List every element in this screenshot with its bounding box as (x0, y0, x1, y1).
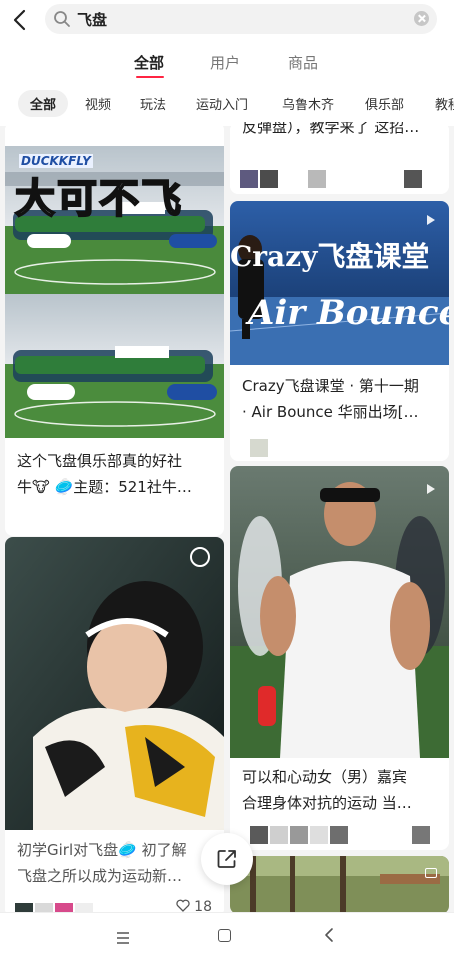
forest-illustration (230, 856, 449, 914)
swatch (250, 439, 268, 457)
swatch (270, 826, 288, 844)
post-card-club[interactable]: DUCKKFLY 大可不飞 这个飞盘俱乐部真的好社 牛🐮 🥏主题：521社牛… (5, 122, 224, 536)
video-play-icon (427, 484, 435, 494)
cover-title-line2: Air Bounce (248, 293, 449, 333)
cover-title-line1: Crazy飞盘课堂 (230, 240, 430, 273)
swatch (310, 826, 328, 844)
active-tab-indicator (136, 76, 164, 78)
post-title: 初学Girl对飞盘🥏 初了解 飞盘之所以成为运动新… (17, 841, 187, 885)
swatch (404, 170, 422, 188)
swatch (412, 826, 430, 844)
search-box[interactable]: 飞盘 (45, 4, 437, 34)
main-tabs: 全部 用户 商品 (0, 40, 454, 82)
filter-chips: 全部 视频 玩法 运动入门 乌鲁木齐 俱乐部 教程 (0, 82, 454, 126)
man-photo-illustration (230, 466, 449, 758)
chip-all[interactable]: 全部 (18, 90, 69, 117)
chip-gameplay[interactable]: 玩法 (140, 94, 166, 113)
post-image-forest (230, 856, 449, 914)
heart-icon (176, 899, 190, 912)
post-title: 反弹盘），教学来了 这招… (242, 122, 420, 136)
video-play-icon (427, 215, 435, 225)
tab-products[interactable]: 商品 (288, 52, 318, 73)
chip-beginner[interactable]: 运动入门 (196, 94, 248, 113)
tab-users[interactable]: 用户 (210, 52, 240, 73)
search-query[interactable]: 飞盘 (77, 9, 107, 30)
swatch (260, 170, 278, 188)
post-card-forest[interactable] (230, 856, 449, 914)
cover-title-text: 大可不飞 (14, 175, 183, 223)
swatch (308, 170, 326, 188)
post-image-man (230, 466, 449, 758)
share-icon (217, 850, 236, 868)
swatch (240, 170, 258, 188)
post-title: Crazy飞盘课堂 · 第十一期 · Air Bounce 华丽出场[… (242, 377, 419, 421)
post-card-technique[interactable]: 反弹盘），教学来了 这招… (230, 122, 449, 194)
post-image-group-photo: DUCKKFLY 大可不飞 (5, 122, 224, 438)
post-image-girl (5, 537, 224, 830)
swatch (250, 826, 268, 844)
top-bar: 飞盘 (0, 0, 454, 40)
post-card-girl[interactable]: 初学Girl对飞盘🥏 初了解 飞盘之所以成为运动新… 18 (5, 537, 224, 917)
post-title: 可以和心动女（男）嘉宾 合理身体对抗的运动 当… (242, 768, 412, 812)
tab-all[interactable]: 全部 (134, 52, 164, 73)
back-button[interactable] (8, 7, 34, 33)
back-nav-icon[interactable] (323, 927, 335, 947)
watermark-icon (190, 547, 210, 567)
menu-icon[interactable] (116, 929, 130, 948)
girl-photo-illustration (5, 537, 224, 830)
system-nav-bar (0, 912, 454, 960)
home-icon[interactable] (218, 929, 231, 942)
post-image-air-bounce: Crazy飞盘课堂 Air Bounce (230, 201, 449, 365)
swatch (290, 826, 308, 844)
chip-tutorial[interactable]: 教程 (435, 94, 454, 113)
post-card-air-bounce[interactable]: Crazy飞盘课堂 Air Bounce Crazy飞盘课堂 · 第十一期 · … (230, 201, 449, 461)
chip-club[interactable]: 俱乐部 (365, 94, 404, 113)
clear-icon[interactable] (414, 11, 429, 26)
chip-urumqi[interactable]: 乌鲁木齐 (282, 94, 334, 113)
search-icon (54, 11, 70, 27)
share-button[interactable] (201, 833, 253, 885)
image-corner-icon (425, 868, 437, 878)
post-title: 这个飞盘俱乐部真的好社 牛🐮 🥏主题：521社牛… (17, 452, 192, 496)
post-card-man[interactable]: 可以和心动女（男）嘉宾 合理身体对抗的运动 当… (230, 466, 449, 850)
swatch (330, 826, 348, 844)
air-bounce-illustration (230, 201, 449, 365)
back-arrow-icon (13, 9, 26, 31)
chip-video[interactable]: 视频 (85, 94, 111, 113)
